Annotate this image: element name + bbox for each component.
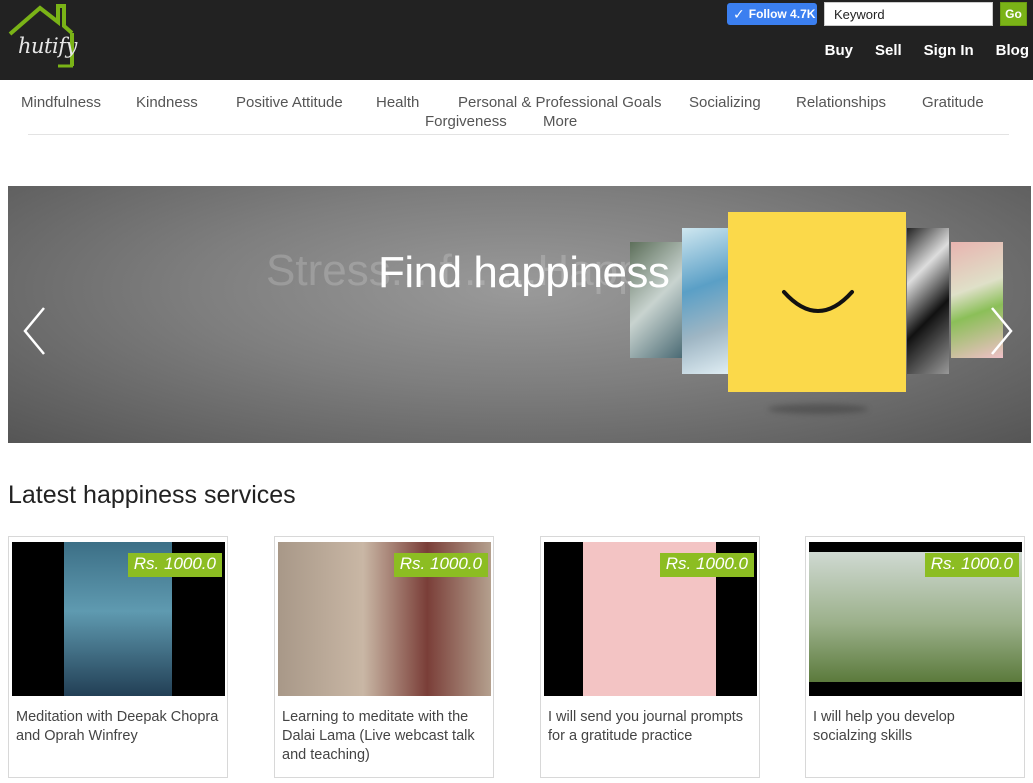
category-kindness[interactable]: Kindness [136, 94, 198, 111]
service-title-link[interactable]: I will help you develop socialzing skill… [813, 708, 1018, 746]
carousel-active-slide[interactable] [728, 212, 906, 392]
slide-shadow [768, 404, 868, 414]
buy-link[interactable]: Buy [825, 42, 853, 59]
site-logo[interactable]: hutify [6, 0, 86, 74]
category-personal-professional-goals[interactable]: Personal & Professional Goals [458, 94, 661, 111]
logo-text: hutify [18, 34, 77, 58]
hero-carousel: Stress... f... ...Happily Find happiness [8, 186, 1031, 443]
chevron-left-icon[interactable] [20, 304, 50, 358]
top-header: hutify ✓ Follow 4.7K Go Buy Sell Sign In… [0, 0, 1033, 80]
carousel-slide[interactable] [907, 228, 949, 374]
chevron-right-icon[interactable] [986, 304, 1016, 358]
keyword-search-input[interactable] [824, 2, 993, 26]
service-thumbnail[interactable]: Rs. 1000.0 [544, 542, 757, 696]
service-thumbnail[interactable]: Rs. 1000.0 [12, 542, 225, 696]
service-card[interactable]: Rs. 1000.0 I will help you develop socia… [805, 536, 1025, 778]
category-forgiveness[interactable]: Forgiveness [425, 113, 507, 130]
hero-title: Find happiness [378, 248, 670, 297]
follow-label: Follow 4.7K [748, 7, 816, 21]
category-relationships[interactable]: Relationships [796, 94, 886, 111]
service-title-link[interactable]: I will send you journal prompts for a gr… [548, 708, 753, 746]
price-badge: Rs. 1000.0 [659, 553, 754, 577]
service-card[interactable]: Rs. 1000.0 Meditation with Deepak Chopra… [8, 536, 228, 778]
category-positive-attitude[interactable]: Positive Attitude [236, 94, 343, 111]
category-socializing[interactable]: Socializing [689, 94, 761, 111]
services-section-title: Latest happiness services [8, 481, 296, 509]
category-gratitude[interactable]: Gratitude [922, 94, 984, 111]
service-card[interactable]: Rs. 1000.0 I will send you journal promp… [540, 536, 760, 778]
follow-button[interactable]: ✓ Follow 4.7K [727, 3, 817, 25]
category-health[interactable]: Health [376, 94, 419, 111]
service-thumbnail[interactable]: Rs. 1000.0 [278, 542, 491, 696]
check-icon: ✓ [733, 6, 745, 22]
price-badge: Rs. 1000.0 [127, 553, 222, 577]
service-thumbnail[interactable]: Rs. 1000.0 [809, 542, 1022, 696]
sell-link[interactable]: Sell [875, 42, 902, 59]
nav-divider [28, 134, 1009, 135]
category-mindfulness[interactable]: Mindfulness [21, 94, 101, 111]
price-badge: Rs. 1000.0 [393, 553, 488, 577]
top-links: Buy Sell Sign In Blog [803, 42, 1029, 59]
search-go-button[interactable]: Go [1000, 2, 1027, 26]
category-more[interactable]: More [543, 113, 577, 130]
category-nav: Mindfulness Kindness Positive Attitude H… [0, 80, 1033, 136]
sign-in-link[interactable]: Sign In [924, 42, 974, 59]
service-card[interactable]: Rs. 1000.0 Learning to meditate with the… [274, 536, 494, 778]
smile-icon [782, 290, 854, 313]
service-title-link[interactable]: Learning to meditate with the Dalai Lama… [282, 708, 487, 765]
carousel-slide[interactable] [682, 228, 730, 374]
blog-link[interactable]: Blog [996, 42, 1029, 59]
price-badge: Rs. 1000.0 [924, 553, 1019, 577]
service-title-link[interactable]: Meditation with Deepak Chopra and Oprah … [16, 708, 221, 746]
